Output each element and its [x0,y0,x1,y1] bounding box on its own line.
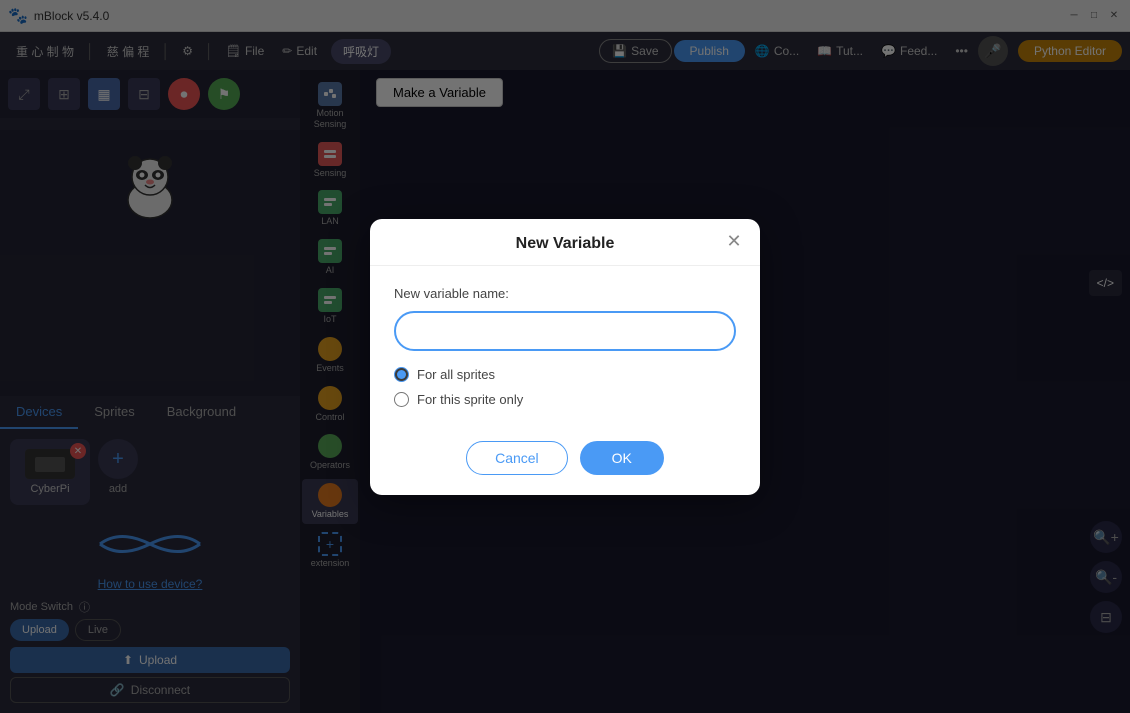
radio-all-sprites-label: For all sprites [417,367,495,382]
dialog-close-button[interactable]: ✕ [722,230,746,254]
radio-all-sprites[interactable]: For all sprites [394,367,736,382]
radio-this-sprite-input[interactable] [394,392,409,407]
radio-group: For all sprites For this sprite only [394,367,736,407]
new-variable-dialog: New Variable ✕ New variable name: For al… [370,219,760,495]
ok-button[interactable]: OK [580,441,664,475]
variable-name-input[interactable] [394,311,736,351]
modal-overlay: New Variable ✕ New variable name: For al… [0,0,1130,713]
radio-this-sprite-label: For this sprite only [417,392,523,407]
cancel-button[interactable]: Cancel [466,441,568,475]
dialog-header: New Variable ✕ [370,219,760,266]
dialog-input-label: New variable name: [394,286,736,301]
radio-all-sprites-input[interactable] [394,367,409,382]
dialog-footer: Cancel OK [370,427,760,495]
radio-this-sprite[interactable]: For this sprite only [394,392,736,407]
dialog-body: New variable name: For all sprites For t… [370,266,760,427]
dialog-title: New Variable [516,235,615,253]
